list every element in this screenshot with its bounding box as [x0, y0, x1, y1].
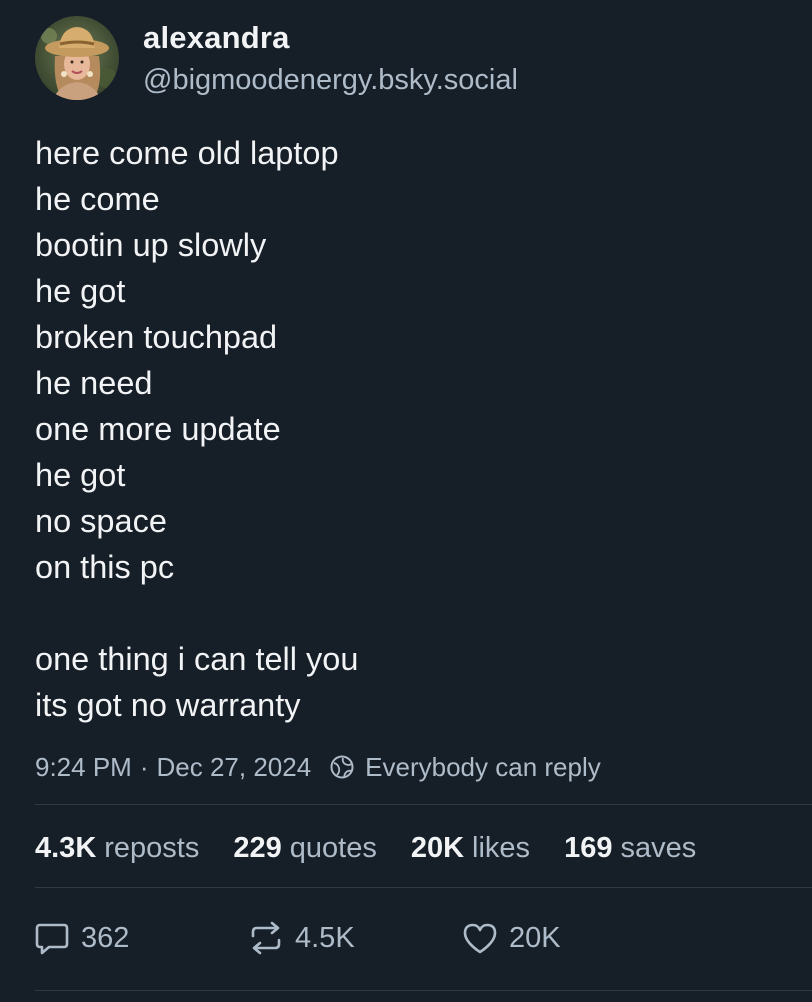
quotes-stat[interactable]: 229 quotes [233, 832, 376, 865]
post-line-blank [35, 590, 795, 636]
repost-count: 4.5K [295, 921, 355, 954]
avatar-image [35, 16, 119, 100]
divider [35, 887, 812, 888]
author-handle[interactable]: @bigmoodenergy.bsky.social [143, 64, 518, 97]
quotes-label: quotes [289, 831, 377, 864]
post-line: he come [35, 181, 160, 217]
heart-icon [463, 923, 497, 954]
post-time[interactable]: 9:24 PM [35, 752, 132, 783]
post-line: here come old laptop [35, 135, 339, 171]
reply-count: 362 [81, 921, 130, 954]
post-line: he got [35, 457, 126, 493]
post-line: one more update [35, 411, 281, 447]
divider [35, 990, 812, 991]
post-line: one thing i can tell you [35, 641, 359, 677]
post-detail: alexandra @bigmoodenergy.bsky.social her… [0, 0, 812, 1002]
post-line: he need [35, 365, 153, 401]
post-actions: 362 4.5K 20K [0, 914, 812, 962]
reposts-stat[interactable]: 4.3K reposts [35, 832, 199, 865]
saves-stat[interactable]: 169 saves [564, 832, 696, 865]
post-line: he got [35, 273, 126, 309]
repost-icon [251, 921, 281, 955]
post-meta: 9:24 PM · Dec 27, 2024 Everybody can rep… [35, 748, 601, 786]
post-line: its got no warranty [35, 687, 301, 723]
divider [35, 804, 812, 805]
reply-bubble-icon [35, 923, 69, 955]
reply-button[interactable]: 362 [33, 914, 129, 962]
post-line: no space [35, 503, 167, 539]
like-count: 20K [509, 921, 561, 954]
author-avatar[interactable] [35, 16, 119, 100]
meta-separator: · [139, 751, 149, 782]
reply-setting[interactable]: Everybody can reply [365, 752, 601, 783]
likes-label: likes [472, 831, 531, 864]
saves-count: 169 [564, 831, 613, 864]
post-line: broken touchpad [35, 319, 278, 355]
post-body: here come old laptop he come bootin up s… [35, 130, 795, 728]
post-date[interactable]: Dec 27, 2024 [157, 752, 312, 783]
post-stats: 4.3K reposts 229 quotes 20K likes 169 saves [35, 826, 696, 870]
post-line: bootin up slowly [35, 227, 267, 263]
like-button[interactable]: 20K [461, 914, 561, 962]
globe-icon [329, 754, 355, 780]
likes-stat[interactable]: 20K likes [411, 832, 530, 865]
author-display-name[interactable]: alexandra [143, 20, 290, 56]
quotes-count: 229 [233, 831, 282, 864]
reposts-count: 4.3K [35, 831, 97, 864]
post-line: on this pc [35, 549, 175, 585]
reposts-label: reposts [104, 831, 200, 864]
saves-label: saves [620, 831, 697, 864]
likes-count: 20K [410, 831, 465, 864]
repost-button[interactable]: 4.5K [247, 914, 355, 962]
